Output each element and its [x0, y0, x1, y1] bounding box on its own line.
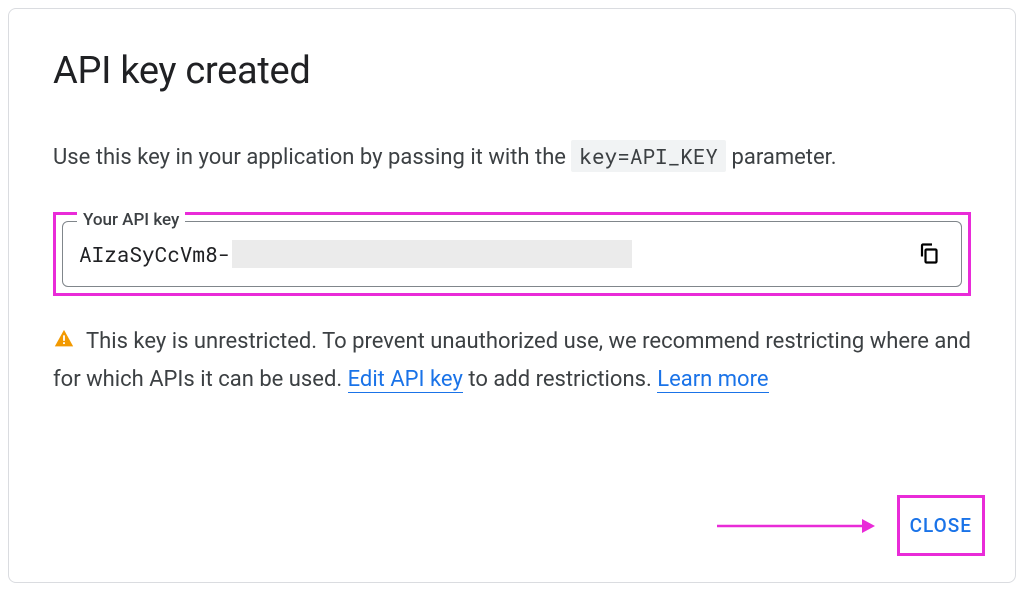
api-key-field: Your API key AIzaSyCcVm8- — [62, 221, 962, 287]
api-key-value[interactable]: AIzaSyCcVm8- — [79, 240, 230, 268]
copy-button[interactable] — [913, 238, 945, 270]
code-snippet: key=API_KEY — [571, 140, 726, 172]
api-key-highlight-box: Your API key AIzaSyCcVm8- — [53, 212, 971, 296]
close-button-highlight-box: CLOSE — [897, 495, 985, 556]
close-button[interactable]: CLOSE — [910, 514, 972, 537]
api-key-created-dialog: API key created Use this key in your app… — [8, 8, 1016, 583]
dialog-title: API key created — [53, 49, 971, 93]
copy-icon — [917, 241, 941, 268]
description-text-before: Use this key in your application by pass… — [53, 145, 571, 170]
warning-section: This key is unrestricted. To prevent una… — [53, 324, 971, 399]
api-key-redacted — [232, 240, 632, 268]
edit-api-key-link[interactable]: Edit API key — [348, 367, 463, 393]
api-key-legend: Your API key — [77, 210, 185, 230]
warning-text-middle: to add restrictions. — [468, 367, 657, 392]
arrow-annotation — [717, 516, 877, 536]
description-text-after: parameter. — [732, 145, 837, 170]
dialog-description: Use this key in your application by pass… — [53, 141, 971, 174]
warning-icon — [53, 326, 75, 362]
dialog-actions: CLOSE — [717, 495, 985, 556]
learn-more-link[interactable]: Learn more — [657, 367, 768, 393]
